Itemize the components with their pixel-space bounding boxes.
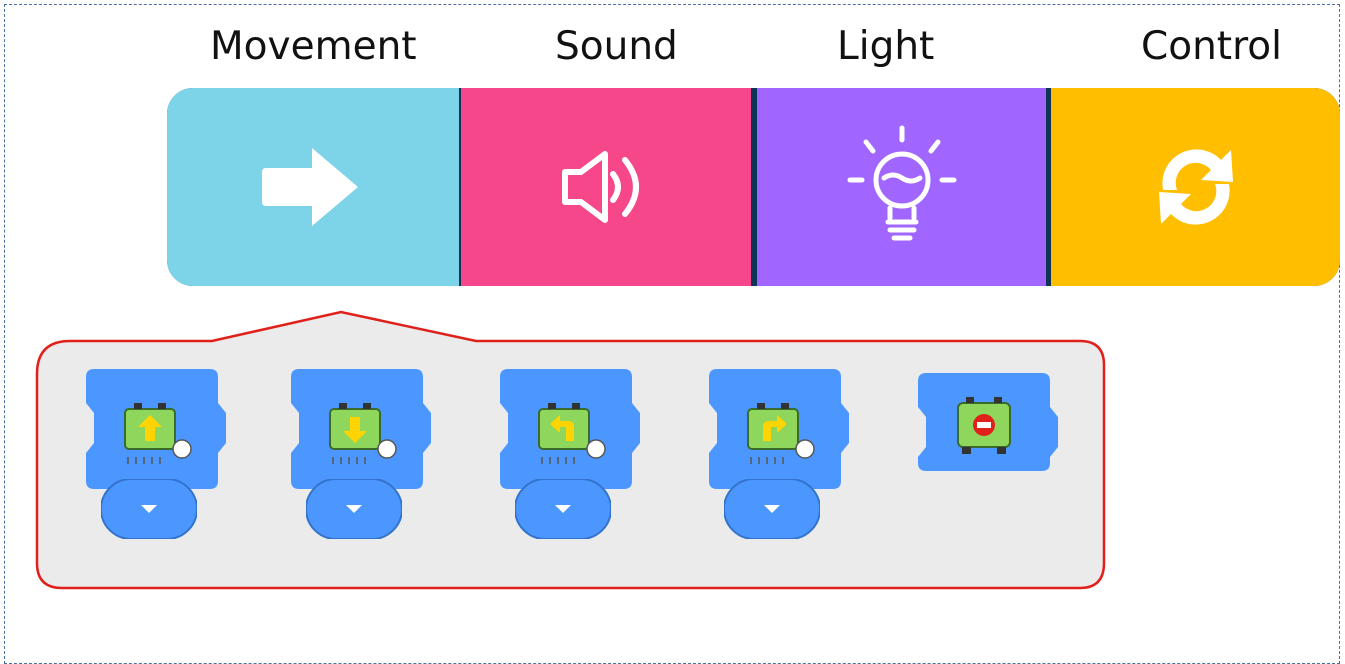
- move-backward-block[interactable]: [291, 369, 451, 549]
- dropdown-button[interactable]: [101, 479, 197, 539]
- turn-left-block[interactable]: [500, 369, 660, 549]
- block-body: [86, 369, 226, 489]
- stop-block[interactable]: [918, 373, 1078, 553]
- dropdown-button[interactable]: [306, 479, 402, 539]
- movement-palette-panel: [35, 310, 1106, 590]
- move-forward-block[interactable]: [86, 369, 246, 549]
- dropdown-button[interactable]: [724, 479, 820, 539]
- block-body: [709, 369, 849, 489]
- block-body: [291, 369, 431, 489]
- block-body: [500, 369, 640, 489]
- turn-right-block[interactable]: [709, 369, 869, 549]
- block-body: [918, 373, 1058, 471]
- dropdown-button[interactable]: [515, 479, 611, 539]
